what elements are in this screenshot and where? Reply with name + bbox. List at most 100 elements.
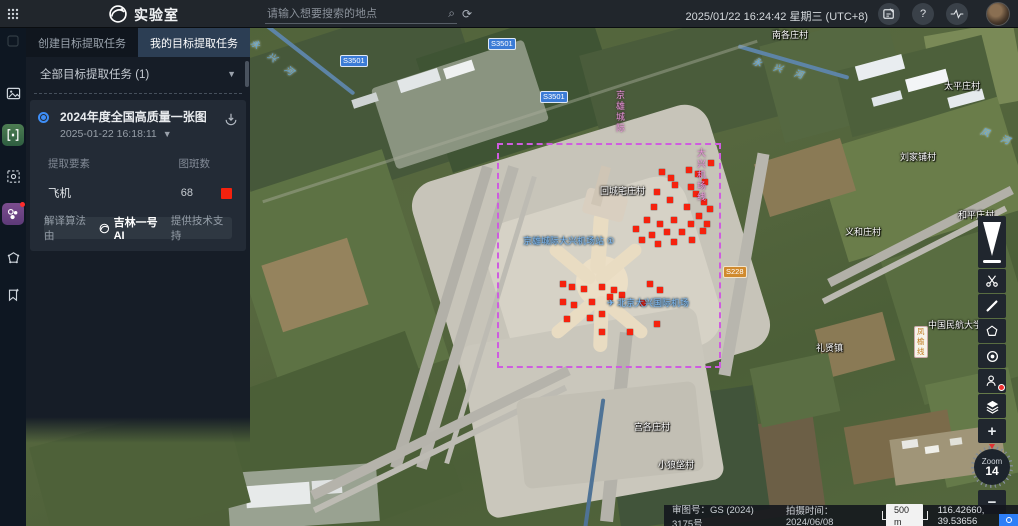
airplane-detection-box xyxy=(651,204,657,210)
opacity-slider-handle[interactable] xyxy=(983,260,1001,263)
algorithm-credit: 解译算法由 吉林一号AI 提供技术支持 xyxy=(44,217,232,239)
task-panel: 创建目标提取任务 我的目标提取任务 全部目标提取任务 (1) ▼ 2024年度全… xyxy=(26,28,250,443)
airplane-detection-box xyxy=(664,229,670,235)
marquee-select-icon xyxy=(6,169,21,184)
pulse-icon xyxy=(950,9,964,19)
airplane-detection-box xyxy=(564,316,570,322)
panel-empty-space xyxy=(26,251,250,411)
airplane-detection-box xyxy=(689,237,695,243)
user-avatar[interactable] xyxy=(986,2,1010,26)
app-window: 南各庄村太平庄村刘家铺村和平庄村义和庄村回城宅庄村宫各庄村小狼垡村礼贤镇中国民航… xyxy=(0,0,1018,526)
ai-extraction-button[interactable] xyxy=(2,203,24,225)
task-title: 2024年度全国高质量一张图 xyxy=(60,108,220,125)
swipe-compare-button[interactable] xyxy=(2,124,24,146)
airplane-detection-box xyxy=(640,300,646,306)
task-tabs: 创建目标提取任务 我的目标提取任务 xyxy=(26,28,250,57)
airplane-detection-box xyxy=(654,321,660,327)
feedback-note-button[interactable] xyxy=(878,3,900,25)
airplane-detection-box xyxy=(654,189,660,195)
compare-split-icon xyxy=(6,128,20,142)
task-radio-selected[interactable] xyxy=(38,112,49,123)
measure-tool-button[interactable] xyxy=(978,294,1006,318)
polygon-tool-button[interactable] xyxy=(978,319,1006,343)
airplane-detection-box xyxy=(599,311,605,317)
airplane-detection-box xyxy=(672,182,678,188)
panel-scrollbar[interactable] xyxy=(245,61,249,87)
task-filter-label: 全部目标提取任务 (1) xyxy=(40,66,149,82)
bookmark-plus-icon xyxy=(6,288,20,302)
credit-brand: 吉林一号AI xyxy=(114,214,167,242)
column-feature: 提取要素 xyxy=(48,156,90,171)
provider-icon xyxy=(1006,517,1012,523)
pentagon-icon xyxy=(985,324,999,338)
airplane-detection-box xyxy=(619,292,625,298)
airplane-detection-box xyxy=(657,221,663,227)
download-icon xyxy=(224,112,238,126)
airplane-detection-box xyxy=(607,294,613,300)
zoom-dial[interactable]: Zoom 14 xyxy=(971,446,1013,488)
help-button[interactable]: ? xyxy=(912,3,934,25)
task-extent-rectangle xyxy=(497,143,721,368)
credit-prefix: 解译算法由 xyxy=(44,213,95,243)
task-card[interactable]: 2024年度全国高质量一张图 2025-01-22 16:18:11▼ 提取要素… xyxy=(30,100,246,251)
task-datetime: 2025-01-22 16:18:11▼ xyxy=(60,128,238,140)
image-icon xyxy=(6,86,21,101)
imagery-browse-button[interactable] xyxy=(2,82,24,104)
app-grid-menu-button[interactable] xyxy=(0,0,26,28)
airplane-detection-box xyxy=(671,217,677,223)
terrain-patch xyxy=(750,352,841,427)
tab-my-tasks[interactable]: 我的目标提取任务 xyxy=(138,28,250,57)
tab-create-task[interactable]: 创建目标提取任务 xyxy=(26,28,138,57)
clip-tool-button[interactable] xyxy=(978,269,1006,293)
jilin1-logo-icon xyxy=(99,223,110,234)
airplane-detection-box xyxy=(702,179,708,185)
search-icon[interactable]: ⌕ xyxy=(448,6,455,21)
bookmark-add-button[interactable] xyxy=(2,284,24,306)
airplane-detection-box xyxy=(695,171,701,177)
airplane-detection-box xyxy=(679,229,685,235)
refresh-icon[interactable]: ⟳ xyxy=(462,7,472,21)
download-result-button[interactable] xyxy=(224,112,238,131)
top-bar: 实验室 ⌕ ⟳ 2025/01/22 16:24:42 星期三 (UTC+8) … xyxy=(0,0,1018,28)
opacity-wedge-icon xyxy=(983,222,1001,256)
inactive-tool-button[interactable] xyxy=(2,30,24,52)
airplane-detection-box xyxy=(633,226,639,232)
task-filter-dropdown[interactable]: 全部目标提取任务 (1) ▼ xyxy=(26,57,250,91)
target-icon xyxy=(985,349,1000,364)
scale-value: 500 m xyxy=(886,504,923,526)
scale-bar: 500 m xyxy=(882,504,928,526)
column-count: 图斑数 xyxy=(179,156,211,171)
airplane-detection-box xyxy=(644,217,650,223)
airplane-detection-box xyxy=(700,228,706,234)
map-toolbar: + Zoom 14 − xyxy=(978,216,1006,515)
capture-date: 拍摄时间：2024/06/08 xyxy=(786,503,872,526)
task-panel-body: 全部目标提取任务 (1) ▼ 2024年度全国高质量一张图 2025-01-22… xyxy=(26,57,250,417)
dial-pointer-icon xyxy=(989,444,995,449)
map-provider-badge[interactable] xyxy=(999,514,1018,526)
layers-icon xyxy=(985,399,1000,414)
airplane-detection-box xyxy=(581,286,587,292)
airplane-detection-box xyxy=(671,239,677,245)
opacity-slider[interactable] xyxy=(978,216,1006,268)
zoom-in-button[interactable]: + xyxy=(978,419,1006,443)
airplane-detection-box xyxy=(647,281,653,287)
locate-button[interactable] xyxy=(978,344,1006,368)
airplane-detection-box xyxy=(639,237,645,243)
polygon-draw-button[interactable] xyxy=(2,246,24,268)
activity-monitor-button[interactable] xyxy=(946,3,968,25)
table-row[interactable]: 飞机 68 xyxy=(48,185,232,201)
annotator-button[interactable] xyxy=(978,369,1006,393)
feature-count: 68 xyxy=(181,187,193,199)
region-select-button[interactable] xyxy=(2,165,24,187)
layers-button[interactable] xyxy=(978,394,1006,418)
chevron-down-icon: ▼ xyxy=(227,69,236,79)
zoom-level: 14 xyxy=(985,466,998,477)
chevron-down-icon[interactable]: ▼ xyxy=(163,129,172,139)
airplane-detection-box xyxy=(696,213,702,219)
scissors-icon xyxy=(985,274,999,288)
search-input[interactable] xyxy=(265,7,448,21)
airplane-detection-box xyxy=(657,287,663,293)
note-edit-icon xyxy=(883,8,895,20)
tool-rail xyxy=(0,28,26,526)
airplane-detection-box xyxy=(688,221,694,227)
